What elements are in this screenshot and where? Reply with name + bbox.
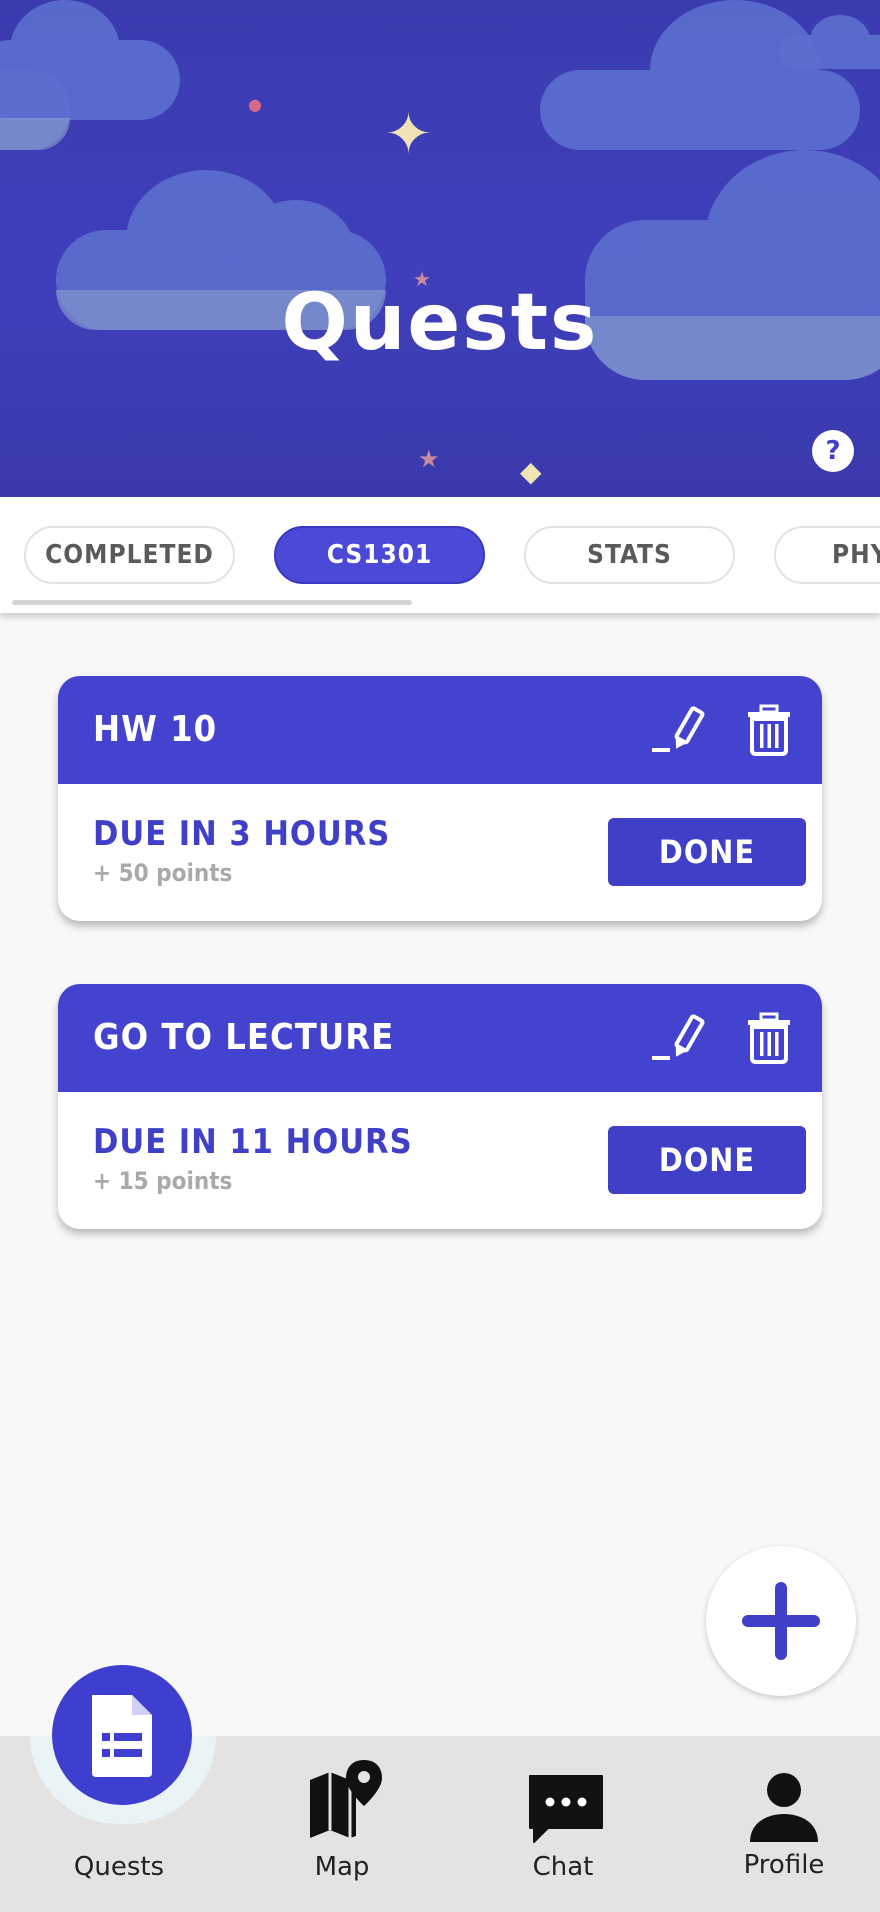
sparkle-icon: ✦	[385, 102, 432, 167]
done-button[interactable]: DONE	[608, 1126, 806, 1194]
quest-card: HW 10 DUE IN 3 HOURS + 50 points DONE	[58, 676, 822, 921]
quest-due-text: DUE IN 11 HOURS	[93, 1122, 413, 1162]
app-root: ✦ ★ ★ ◆ ● Quests ? COMPLETED CS1301 STAT…	[0, 0, 880, 1912]
quest-card-header: GO TO LECTURE	[58, 984, 822, 1092]
nav-label-chat[interactable]: Chat	[473, 1852, 653, 1882]
map-pin-icon[interactable]	[304, 1758, 384, 1842]
chat-bubble-icon[interactable]	[526, 1772, 606, 1848]
quest-due-text: DUE IN 3 HOURS	[93, 814, 391, 854]
nav-item-quests[interactable]	[52, 1665, 192, 1805]
sparkle-icon: ★	[418, 445, 440, 473]
add-quest-button[interactable]	[706, 1546, 856, 1696]
document-list-icon	[92, 1695, 152, 1777]
sparkle-icon: ◆	[520, 455, 542, 488]
cloud-decoration	[780, 15, 880, 69]
trash-icon[interactable]	[746, 1012, 792, 1064]
nav-label-quests[interactable]: Quests	[29, 1852, 209, 1882]
tab-cs1301[interactable]: CS1301	[274, 526, 485, 584]
edit-icon[interactable]	[650, 704, 706, 756]
quest-title: GO TO LECTURE	[93, 1017, 395, 1058]
header-banner: ✦ ★ ★ ◆ ● Quests ?	[0, 0, 880, 497]
page-title: Quests	[281, 278, 599, 368]
trash-icon[interactable]	[746, 704, 792, 756]
tabs-scrollbar[interactable]	[12, 600, 412, 605]
tab-completed[interactable]: COMPLETED	[24, 526, 235, 584]
quest-title: HW 10	[93, 709, 218, 750]
person-icon[interactable]	[746, 1770, 822, 1846]
cloud-decoration	[0, 70, 70, 150]
edit-icon[interactable]	[650, 1012, 706, 1064]
plus-icon	[742, 1582, 820, 1660]
quest-points: + 50 points	[93, 859, 233, 887]
course-tabs: COMPLETED CS1301 STATS PHY	[0, 497, 880, 613]
help-button[interactable]: ?	[812, 430, 854, 472]
tab-stats[interactable]: STATS	[524, 526, 735, 584]
sparkle-icon: ●	[248, 95, 262, 114]
quest-card-header: HW 10	[58, 676, 822, 784]
cloud-decoration	[540, 0, 860, 150]
tab-phy[interactable]: PHY	[774, 526, 880, 584]
quest-points: + 15 points	[93, 1167, 233, 1195]
done-button[interactable]: DONE	[608, 818, 806, 886]
quest-card: GO TO LECTURE DUE IN 11 HOURS + 15 point…	[58, 984, 822, 1229]
nav-label-profile[interactable]: Profile	[694, 1850, 874, 1880]
nav-label-map[interactable]: Map	[252, 1852, 432, 1882]
